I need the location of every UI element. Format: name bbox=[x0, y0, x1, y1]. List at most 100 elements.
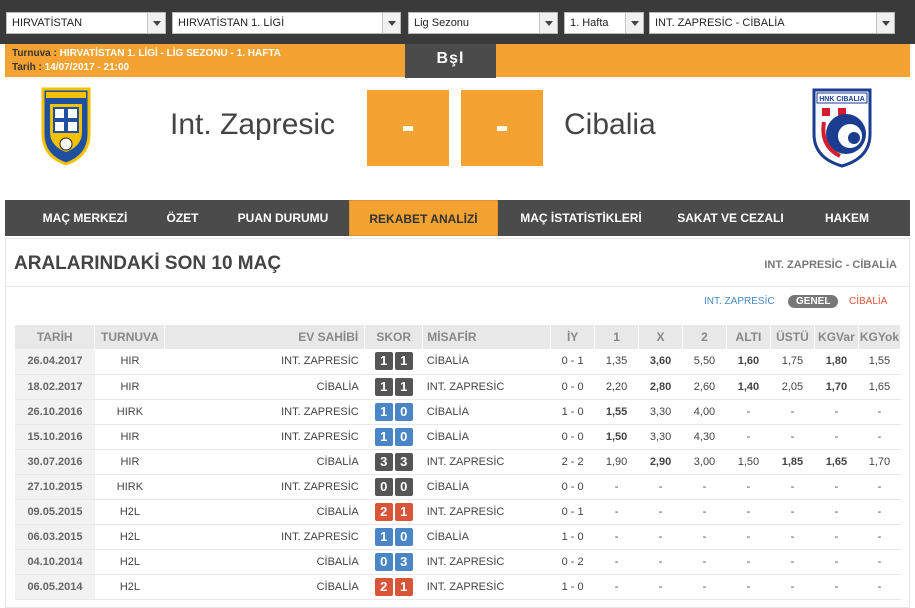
row-odds-x: - bbox=[638, 474, 683, 500]
row-btts-no: - bbox=[858, 574, 901, 600]
row-date: 30.07.2016 bbox=[15, 449, 95, 475]
row-over: 2,05 bbox=[770, 374, 815, 400]
row-halftime: 2 - 2 bbox=[550, 449, 595, 475]
row-score: 00 bbox=[364, 474, 423, 500]
row-date: 27.10.2015 bbox=[15, 474, 95, 500]
filter-general[interactable]: GENEL bbox=[788, 295, 839, 308]
row-over: - bbox=[770, 524, 815, 550]
away-goals: 3 bbox=[394, 452, 413, 471]
row-away-team[interactable]: INT. ZAPRESİC bbox=[422, 499, 551, 525]
league-select[interactable]: HIRVATİSTAN 1. LİGİ bbox=[172, 12, 401, 34]
match-nav: MAÇ MERKEZİ ÖZET PUAN DURUMU REKABET ANA… bbox=[5, 200, 910, 236]
row-odds-2: - bbox=[682, 524, 727, 550]
home-team-name[interactable]: Int. Zapresic bbox=[170, 108, 335, 142]
col-score: SKOR bbox=[364, 325, 424, 349]
row-home-team[interactable]: INT. ZAPRESİC bbox=[164, 349, 365, 375]
away-team-name[interactable]: Cibalia bbox=[564, 108, 656, 142]
chevron-down-icon bbox=[876, 13, 894, 33]
row-halftime: 0 - 0 bbox=[550, 374, 595, 400]
row-tournament: H2L bbox=[94, 574, 165, 600]
table-row[interactable]: 30.07.2016 HIR CİBALİA 3 3 INT. ZAPRESİC 2 - 2… bbox=[15, 449, 901, 475]
tab-rivalry-analysis[interactable]: REKABET ANALİZİ bbox=[349, 200, 498, 236]
away-score: - bbox=[461, 90, 543, 166]
row-halftime: 1 - 0 bbox=[550, 399, 595, 425]
row-home-team[interactable]: INT. ZAPRESİC bbox=[164, 424, 365, 450]
row-under: - bbox=[726, 399, 771, 425]
row-home-team[interactable]: CİBALİA bbox=[164, 499, 365, 525]
section-matchup: INT. ZAPRESİC - CİBALİA bbox=[764, 259, 897, 271]
match-select[interactable]: INT. ZAPRESİC - CİBALİA bbox=[649, 12, 895, 34]
row-score: 10 bbox=[364, 424, 423, 450]
country-select[interactable]: HIRVATİSTAN bbox=[6, 12, 166, 34]
week-select[interactable]: 1. Hafta bbox=[564, 12, 644, 34]
row-tournament: HIRK bbox=[94, 474, 165, 500]
row-home-team[interactable]: INT. ZAPRESİC bbox=[164, 524, 365, 550]
tab-summary[interactable]: ÖZET bbox=[145, 200, 220, 236]
table-row[interactable]: 06.03.2015 H2L INT. ZAPRESİC 1 0 CİBALİA 1 - 0… bbox=[15, 524, 901, 550]
row-tournament: HIR bbox=[94, 424, 165, 450]
row-away-team[interactable]: CİBALİA bbox=[422, 349, 551, 375]
table-row[interactable]: 18.02.2017 HIR CİBALİA 1 1 INT. ZAPRESİC 0 - 0… bbox=[15, 374, 901, 400]
col-tournament: TURNUVA bbox=[94, 325, 166, 349]
match-status: Bşl bbox=[405, 44, 496, 78]
season-select-value: Lig Sezonu bbox=[414, 17, 470, 29]
away-goals: 1 bbox=[394, 577, 413, 596]
row-home-team[interactable]: CİBALİA bbox=[164, 549, 365, 575]
row-away-team[interactable]: INT. ZAPRESİC bbox=[422, 574, 551, 600]
tab-injured-suspended[interactable]: SAKAT VE CEZALI bbox=[662, 200, 799, 236]
row-away-team[interactable]: CİBALİA bbox=[422, 424, 551, 450]
filter-home-team[interactable]: INT. ZAPRESİC bbox=[704, 296, 775, 307]
filter-away-team[interactable]: CİBALİA bbox=[849, 296, 887, 307]
tab-referee[interactable]: HAKEM bbox=[799, 200, 895, 236]
table-row[interactable]: 26.04.2017 HIR INT. ZAPRESİC 1 1 CİBALİA 0 - 1… bbox=[15, 349, 901, 375]
svg-text:HNK CIBALIA: HNK CIBALIA bbox=[819, 96, 865, 103]
row-away-team[interactable]: CİBALİA bbox=[422, 474, 551, 500]
row-under: 1,50 bbox=[726, 449, 771, 475]
row-under: 1,40 bbox=[726, 374, 771, 400]
row-home-team[interactable]: CİBALİA bbox=[164, 574, 365, 600]
row-home-team[interactable]: INT. ZAPRESİC bbox=[164, 399, 365, 425]
table-row[interactable]: 04.10.2014 H2L CİBALİA 0 3 INT. ZAPRESİC 0 - 2… bbox=[15, 549, 901, 575]
table-row[interactable]: 27.10.2015 HIRK INT. ZAPRESİC 0 0 CİBALİA 0 - … bbox=[15, 474, 901, 500]
row-odds-1: - bbox=[594, 499, 639, 525]
season-select[interactable]: Lig Sezonu bbox=[408, 12, 558, 34]
table-row[interactable]: 26.10.2016 HIRK INT. ZAPRESİC 1 0 CİBALİA 1 - … bbox=[15, 399, 901, 425]
row-halftime: 0 - 1 bbox=[550, 349, 595, 375]
row-over: - bbox=[770, 574, 815, 600]
row-score: 11 bbox=[364, 374, 423, 400]
row-home-team[interactable]: CİBALİA bbox=[164, 374, 365, 400]
row-over: - bbox=[770, 399, 815, 425]
row-away-team[interactable]: CİBALİA bbox=[422, 399, 551, 425]
tab-match-stats[interactable]: MAÇ İSTATİSTİKLERİ bbox=[500, 200, 662, 236]
row-over: - bbox=[770, 474, 815, 500]
table-row[interactable]: 09.05.2015 H2L CİBALİA 2 1 INT. ZAPRESİC 0 - 1… bbox=[15, 499, 901, 525]
row-btts-yes: - bbox=[814, 574, 859, 600]
row-away-team[interactable]: CİBALİA bbox=[422, 524, 551, 550]
col-halftime: İY bbox=[550, 325, 596, 349]
week-select-value: 1. Hafta bbox=[570, 17, 609, 29]
row-btts-yes: - bbox=[814, 549, 859, 575]
section-title: ARALARINDAKİ SON 10 MAÇ bbox=[14, 253, 282, 274]
row-home-team[interactable]: INT. ZAPRESİC bbox=[164, 474, 365, 500]
row-away-team[interactable]: INT. ZAPRESİC bbox=[422, 449, 551, 475]
tab-match-center[interactable]: MAÇ MERKEZİ bbox=[5, 200, 165, 236]
col-odds-2: 2 bbox=[682, 325, 727, 349]
row-away-team[interactable]: INT. ZAPRESİC bbox=[422, 549, 551, 575]
row-btts-yes: - bbox=[814, 424, 859, 450]
row-home-team[interactable]: CİBALİA bbox=[164, 449, 365, 475]
row-away-team[interactable]: INT. ZAPRESİC bbox=[422, 374, 551, 400]
table-row[interactable]: 06.05.2014 H2L CİBALİA 2 1 INT. ZAPRESİC 1 - 0… bbox=[15, 574, 901, 600]
row-score: 21 bbox=[364, 499, 423, 525]
table-row[interactable]: 15.10.2016 HIR INT. ZAPRESİC 1 0 CİBALİA 0 - 0… bbox=[15, 424, 901, 450]
row-btts-no: 1,55 bbox=[858, 349, 901, 375]
history-table: TARİH TURNUVA EV SAHİBİ SKOR MİSAFİR İY … bbox=[15, 325, 902, 600]
away-goals: 1 bbox=[394, 502, 413, 521]
home-goals: 1 bbox=[374, 352, 393, 371]
row-tournament: H2L bbox=[94, 549, 165, 575]
tab-standings[interactable]: PUAN DURUMU bbox=[220, 200, 346, 236]
row-over: 1,85 bbox=[770, 449, 815, 475]
row-btts-no: 1,65 bbox=[858, 374, 901, 400]
row-score: 10 bbox=[364, 524, 423, 550]
row-score: 11 bbox=[364, 349, 423, 375]
away-goals: 3 bbox=[394, 552, 413, 571]
